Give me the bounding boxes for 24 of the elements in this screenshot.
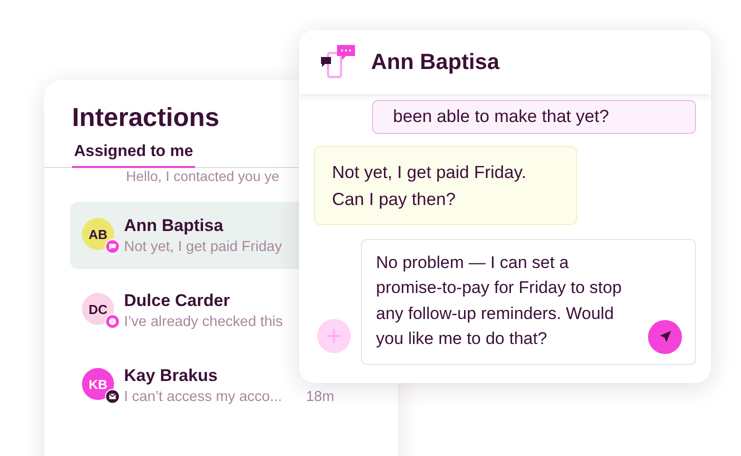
envelope-icon [105, 389, 120, 404]
chat-title: Ann Baptisa [371, 49, 500, 75]
contact-name: Ann Baptisa [124, 216, 224, 236]
contact-name: Kay Brakus [124, 366, 219, 386]
contact-name: Dulce Carder [124, 291, 231, 311]
time-ago: 18m [306, 389, 334, 405]
chat-bubble-icon [105, 239, 120, 254]
avatar: KB [82, 368, 114, 400]
message-preview: Hello, I contacted you ye [126, 168, 280, 184]
panel-title: Interactions [72, 102, 220, 133]
messenger-icon [105, 314, 120, 329]
message-preview: I can’t access my acco... [124, 389, 282, 405]
phone-chat-icon [321, 45, 355, 79]
send-icon [658, 329, 672, 344]
plus-icon [326, 328, 342, 344]
tab[interactable]: Assigned to me [72, 143, 196, 168]
customer-message: Not yet, I get paid Friday. Can I pay then? [314, 146, 578, 225]
avatar: AB [82, 218, 114, 250]
message-input[interactable]: No problem — I can set a promise-to-pay for Friday to stop any follow-up reminders. Would you like me to do that? [361, 238, 696, 365]
message-preview: Not yet, I get paid Friday [124, 239, 282, 255]
agent-message: been able to make that yet? [372, 100, 696, 134]
send-button[interactable] [648, 320, 682, 354]
avatar: DC [82, 293, 114, 325]
message-preview: I’ve already checked this [124, 314, 283, 330]
